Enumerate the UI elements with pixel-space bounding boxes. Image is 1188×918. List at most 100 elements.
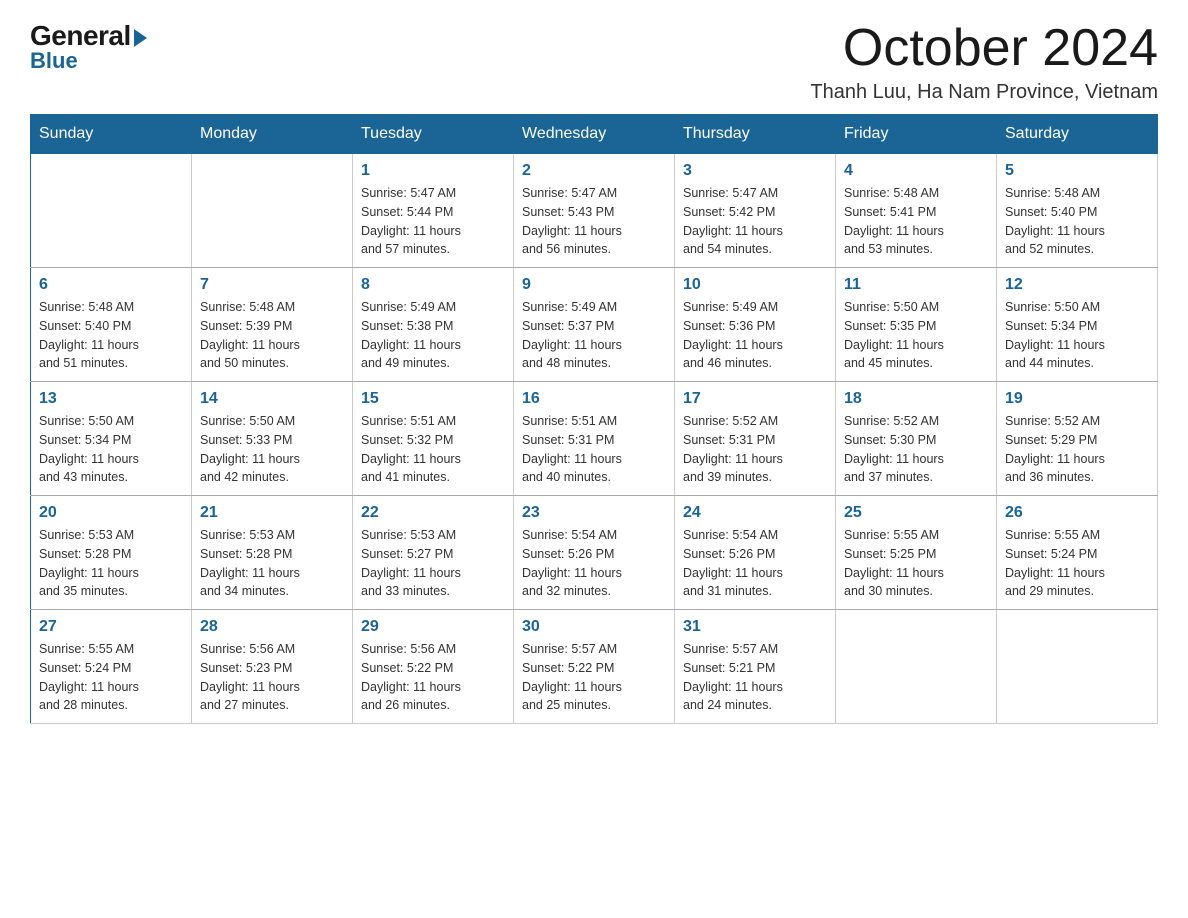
day-number: 24: [683, 504, 827, 522]
day-number: 20: [39, 504, 183, 522]
day-number: 5: [1005, 162, 1149, 180]
col-header-wednesday: Wednesday: [514, 115, 675, 154]
day-number: 13: [39, 390, 183, 408]
day-info: Sunrise: 5:50 AM Sunset: 5:35 PM Dayligh…: [844, 298, 988, 373]
calendar-cell: 13 Sunrise: 5:50 AM Sunset: 5:34 PM Dayli…: [31, 382, 192, 496]
day-info: Sunrise: 5:56 AM Sunset: 5:22 PM Dayligh…: [361, 640, 505, 715]
day-info: Sunrise: 5:48 AM Sunset: 5:40 PM Dayligh…: [39, 298, 183, 373]
month-title: October 2024: [810, 20, 1158, 77]
calendar-cell: 19 Sunrise: 5:52 AM Sunset: 5:29 PM Dayli…: [997, 382, 1158, 496]
calendar-week-row: 6 Sunrise: 5:48 AM Sunset: 5:40 PM Daylig…: [31, 268, 1158, 382]
day-number: 18: [844, 390, 988, 408]
day-info: Sunrise: 5:52 AM Sunset: 5:29 PM Dayligh…: [1005, 412, 1149, 487]
day-info: Sunrise: 5:50 AM Sunset: 5:34 PM Dayligh…: [39, 412, 183, 487]
calendar-cell: 15 Sunrise: 5:51 AM Sunset: 5:32 PM Dayli…: [353, 382, 514, 496]
calendar-cell: 20 Sunrise: 5:53 AM Sunset: 5:28 PM Dayli…: [31, 496, 192, 610]
day-info: Sunrise: 5:47 AM Sunset: 5:43 PM Dayligh…: [522, 184, 666, 259]
day-info: Sunrise: 5:48 AM Sunset: 5:39 PM Dayligh…: [200, 298, 344, 373]
title-block: October 2024 Thanh Luu, Ha Nam Province,…: [810, 20, 1158, 104]
day-number: 25: [844, 504, 988, 522]
day-info: Sunrise: 5:52 AM Sunset: 5:30 PM Dayligh…: [844, 412, 988, 487]
col-header-sunday: Sunday: [31, 115, 192, 154]
logo-blue: Blue: [30, 48, 78, 74]
calendar-cell: 31 Sunrise: 5:57 AM Sunset: 5:21 PM Dayli…: [675, 610, 836, 724]
day-number: 26: [1005, 504, 1149, 522]
col-header-saturday: Saturday: [997, 115, 1158, 154]
calendar-cell: 23Sunrise: 5:54 AM Sunset: 5:26 PM Dayli…: [514, 496, 675, 610]
day-number: 16: [522, 390, 666, 408]
day-number: 6: [39, 276, 183, 294]
day-info: Sunrise: 5:49 AM Sunset: 5:36 PM Dayligh…: [683, 298, 827, 373]
day-info: Sunrise: 5:50 AM Sunset: 5:33 PM Dayligh…: [200, 412, 344, 487]
day-number: 21: [200, 504, 344, 522]
calendar-cell: 24 Sunrise: 5:54 AM Sunset: 5:26 PM Dayli…: [675, 496, 836, 610]
day-info: Sunrise: 5:52 AM Sunset: 5:31 PM Dayligh…: [683, 412, 827, 487]
calendar-cell: 14Sunrise: 5:50 AM Sunset: 5:33 PM Dayli…: [192, 382, 353, 496]
day-number: 10: [683, 276, 827, 294]
day-number: 8: [361, 276, 505, 294]
col-header-tuesday: Tuesday: [353, 115, 514, 154]
day-number: 31: [683, 618, 827, 636]
col-header-friday: Friday: [836, 115, 997, 154]
calendar-cell: 7 Sunrise: 5:48 AM Sunset: 5:39 PM Daylig…: [192, 268, 353, 382]
logo: General Blue: [30, 20, 147, 74]
calendar-header-row: SundayMondayTuesdayWednesdayThursdayFrid…: [31, 115, 1158, 154]
calendar-cell: 29 Sunrise: 5:56 AM Sunset: 5:22 PM Dayli…: [353, 610, 514, 724]
day-info: Sunrise: 5:56 AM Sunset: 5:23 PM Dayligh…: [200, 640, 344, 715]
calendar-cell: 6 Sunrise: 5:48 AM Sunset: 5:40 PM Daylig…: [31, 268, 192, 382]
calendar-cell: 25Sunrise: 5:55 AM Sunset: 5:25 PM Dayli…: [836, 496, 997, 610]
calendar-cell: 27 Sunrise: 5:55 AM Sunset: 5:24 PM Dayli…: [31, 610, 192, 724]
calendar-cell: 18 Sunrise: 5:52 AM Sunset: 5:30 PM Dayli…: [836, 382, 997, 496]
calendar-cell: 4 Sunrise: 5:48 AM Sunset: 5:41 PM Daylig…: [836, 154, 997, 268]
page-header: General Blue October 2024 Thanh Luu, Ha …: [30, 20, 1158, 104]
col-header-thursday: Thursday: [675, 115, 836, 154]
day-info: Sunrise: 5:53 AM Sunset: 5:28 PM Dayligh…: [39, 526, 183, 601]
day-number: 7: [200, 276, 344, 294]
day-number: 27: [39, 618, 183, 636]
calendar-week-row: 13 Sunrise: 5:50 AM Sunset: 5:34 PM Dayli…: [31, 382, 1158, 496]
day-info: Sunrise: 5:54 AM Sunset: 5:26 PM Dayligh…: [683, 526, 827, 601]
calendar-cell: 12 Sunrise: 5:50 AM Sunset: 5:34 PM Dayli…: [997, 268, 1158, 382]
calendar-cell: 5 Sunrise: 5:48 AM Sunset: 5:40 PM Daylig…: [997, 154, 1158, 268]
day-info: Sunrise: 5:54 AM Sunset: 5:26 PM Dayligh…: [522, 526, 666, 601]
day-info: Sunrise: 5:51 AM Sunset: 5:32 PM Dayligh…: [361, 412, 505, 487]
day-info: Sunrise: 5:47 AM Sunset: 5:42 PM Dayligh…: [683, 184, 827, 259]
calendar-cell: 1 Sunrise: 5:47 AM Sunset: 5:44 PM Daylig…: [353, 154, 514, 268]
calendar-week-row: 1 Sunrise: 5:47 AM Sunset: 5:44 PM Daylig…: [31, 154, 1158, 268]
day-number: 9: [522, 276, 666, 294]
day-number: 28: [200, 618, 344, 636]
day-number: 3: [683, 162, 827, 180]
calendar-cell: 22 Sunrise: 5:53 AM Sunset: 5:27 PM Dayli…: [353, 496, 514, 610]
day-number: 22: [361, 504, 505, 522]
day-number: 2: [522, 162, 666, 180]
day-info: Sunrise: 5:48 AM Sunset: 5:40 PM Dayligh…: [1005, 184, 1149, 259]
day-info: Sunrise: 5:57 AM Sunset: 5:22 PM Dayligh…: [522, 640, 666, 715]
calendar-cell: 17Sunrise: 5:52 AM Sunset: 5:31 PM Dayli…: [675, 382, 836, 496]
day-number: 1: [361, 162, 505, 180]
day-number: 29: [361, 618, 505, 636]
day-info: Sunrise: 5:47 AM Sunset: 5:44 PM Dayligh…: [361, 184, 505, 259]
day-info: Sunrise: 5:49 AM Sunset: 5:38 PM Dayligh…: [361, 298, 505, 373]
day-info: Sunrise: 5:50 AM Sunset: 5:34 PM Dayligh…: [1005, 298, 1149, 373]
day-info: Sunrise: 5:55 AM Sunset: 5:24 PM Dayligh…: [1005, 526, 1149, 601]
day-number: 19: [1005, 390, 1149, 408]
day-number: 15: [361, 390, 505, 408]
day-number: 12: [1005, 276, 1149, 294]
day-info: Sunrise: 5:53 AM Sunset: 5:27 PM Dayligh…: [361, 526, 505, 601]
calendar-cell: [836, 610, 997, 724]
day-info: Sunrise: 5:53 AM Sunset: 5:28 PM Dayligh…: [200, 526, 344, 601]
calendar-cell: 8 Sunrise: 5:49 AM Sunset: 5:38 PM Daylig…: [353, 268, 514, 382]
calendar-cell: 30 Sunrise: 5:57 AM Sunset: 5:22 PM Dayli…: [514, 610, 675, 724]
day-info: Sunrise: 5:55 AM Sunset: 5:24 PM Dayligh…: [39, 640, 183, 715]
calendar-cell: 10 Sunrise: 5:49 AM Sunset: 5:36 PM Dayli…: [675, 268, 836, 382]
calendar-cell: 28 Sunrise: 5:56 AM Sunset: 5:23 PM Dayli…: [192, 610, 353, 724]
calendar-table: SundayMondayTuesdayWednesdayThursdayFrid…: [30, 114, 1158, 724]
calendar-cell: 26 Sunrise: 5:55 AM Sunset: 5:24 PM Dayli…: [997, 496, 1158, 610]
day-number: 30: [522, 618, 666, 636]
calendar-week-row: 20 Sunrise: 5:53 AM Sunset: 5:28 PM Dayli…: [31, 496, 1158, 610]
day-info: Sunrise: 5:48 AM Sunset: 5:41 PM Dayligh…: [844, 184, 988, 259]
calendar-cell: 16Sunrise: 5:51 AM Sunset: 5:31 PM Dayli…: [514, 382, 675, 496]
day-number: 4: [844, 162, 988, 180]
calendar-cell: [31, 154, 192, 268]
day-info: Sunrise: 5:57 AM Sunset: 5:21 PM Dayligh…: [683, 640, 827, 715]
